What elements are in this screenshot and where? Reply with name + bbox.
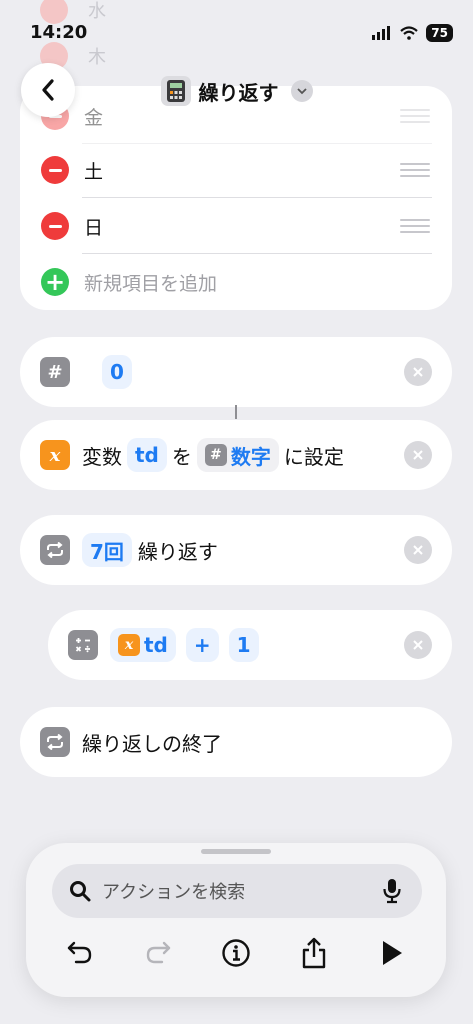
search-placeholder: アクションを検索: [102, 882, 246, 903]
number-value-token[interactable]: 0: [102, 355, 132, 389]
set-variable-action[interactable]: x 変数 td を # 数字 に設定: [20, 420, 452, 490]
remove-action-button[interactable]: [404, 536, 432, 564]
search-input[interactable]: アクションを検索: [52, 864, 422, 918]
variable-token[interactable]: x td: [110, 628, 176, 662]
hash-icon: #: [40, 357, 70, 387]
info-button[interactable]: [218, 935, 254, 971]
close-icon: [413, 367, 423, 377]
action-search-sheet: アクションを検索: [26, 843, 446, 997]
remove-action-button[interactable]: [404, 358, 432, 386]
input-token[interactable]: # 数字: [196, 438, 279, 472]
math-operators-icon: [68, 630, 98, 660]
search-icon: [70, 881, 91, 902]
play-icon: [383, 941, 402, 965]
calculator-icon: [160, 76, 191, 106]
remove-action-button[interactable]: [404, 441, 432, 469]
editor-toolbar: [26, 935, 446, 975]
wifi-icon: [400, 26, 419, 40]
redo-icon: [146, 941, 171, 964]
variable-x-icon: x: [40, 440, 70, 470]
add-item-label[interactable]: 新規項目を追加: [84, 269, 217, 296]
undo-button[interactable]: [62, 935, 98, 971]
add-icon[interactable]: +: [41, 268, 69, 296]
share-button[interactable]: [296, 935, 332, 971]
add-item-row[interactable]: + 新規項目を追加: [20, 254, 452, 310]
mic-icon[interactable]: [382, 878, 402, 904]
redo-button[interactable]: [140, 935, 176, 971]
calculate-action[interactable]: x td + 1: [48, 610, 452, 680]
repeat-count-token[interactable]: 7回: [82, 533, 132, 567]
hash-icon: #: [204, 444, 227, 466]
close-icon: [413, 545, 423, 555]
variable-name-token[interactable]: td: [127, 438, 167, 472]
delete-item-button[interactable]: [41, 212, 69, 240]
repeat-icon: [40, 535, 70, 565]
title-menu[interactable]: 繰り返す: [0, 70, 473, 112]
close-icon: [413, 450, 423, 460]
list-item[interactable]: 日: [20, 198, 452, 254]
delete-item-button[interactable]: [41, 156, 69, 184]
number-action[interactable]: # 0: [20, 337, 452, 407]
operand-token[interactable]: 1: [228, 628, 259, 662]
page-title: 繰り返す: [198, 80, 279, 105]
signal-icon: [372, 26, 391, 40]
status-time: 14:20: [30, 22, 88, 43]
remove-action-button[interactable]: [404, 631, 432, 659]
info-icon: [222, 939, 250, 967]
minus-icon: [40, 0, 68, 24]
drag-handle-icon[interactable]: [400, 163, 430, 177]
repeat-icon: [40, 727, 70, 757]
variable-x-icon: x: [118, 634, 140, 656]
chevron-down-icon[interactable]: [290, 80, 313, 102]
share-icon: [302, 937, 326, 969]
operator-token[interactable]: +: [185, 628, 219, 662]
undo-icon: [67, 941, 92, 964]
close-icon: [413, 640, 423, 650]
list-item[interactable]: 土: [20, 142, 452, 198]
drag-handle-icon[interactable]: [400, 219, 430, 233]
run-button[interactable]: [374, 935, 410, 971]
battery-indicator: 75: [426, 24, 453, 42]
list-editor: 金 土 日 + 新規項目を追加: [20, 86, 452, 310]
flow-connector: [235, 405, 237, 419]
status-icons: 75: [372, 24, 453, 42]
sheet-grabber[interactable]: [201, 849, 271, 854]
ghost-list-item: 水: [40, 0, 106, 24]
end-repeat-action[interactable]: 繰り返しの終了: [20, 707, 452, 777]
repeat-action[interactable]: 7回 繰り返す: [20, 515, 452, 585]
